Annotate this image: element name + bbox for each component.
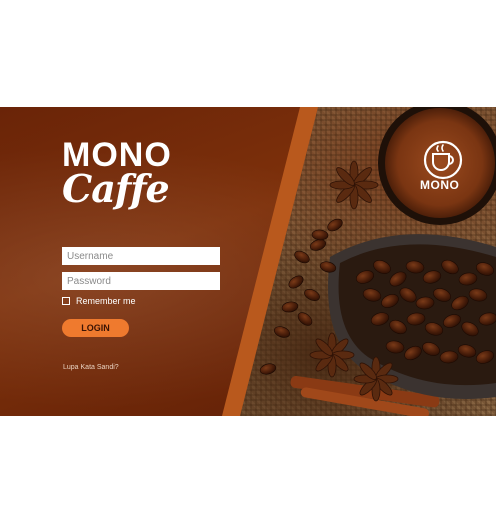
password-input[interactable] bbox=[62, 272, 220, 290]
remember-me[interactable]: Remember me bbox=[62, 296, 136, 306]
login-page: MONO Caffe Remember me LOGIN Lupa Kata S… bbox=[0, 0, 496, 524]
remember-checkbox[interactable] bbox=[62, 297, 70, 305]
forgot-password-link[interactable]: Lupa Kata Sandi? bbox=[63, 364, 119, 371]
brand-subtitle: Caffe bbox=[62, 166, 170, 211]
username-input[interactable] bbox=[62, 247, 220, 265]
remember-label: Remember me bbox=[76, 296, 136, 306]
photo-logo-text: MONO bbox=[420, 178, 460, 192]
login-button[interactable]: LOGIN bbox=[62, 319, 129, 337]
